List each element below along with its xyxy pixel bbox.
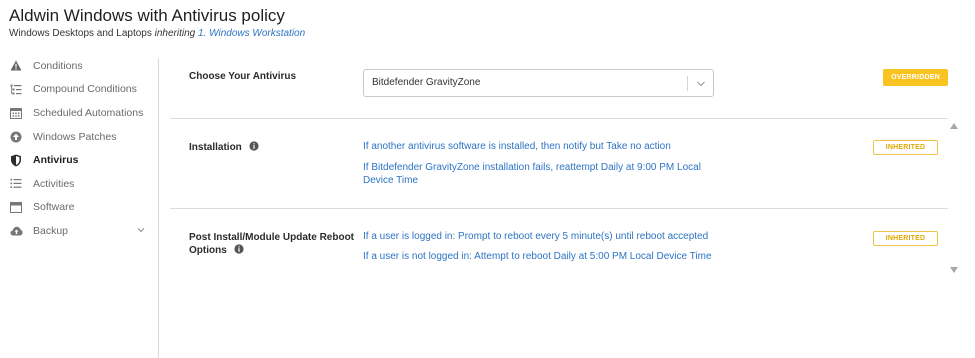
inherited-badge[interactable]: INHERITED	[873, 140, 938, 155]
parent-policy-link[interactable]: 1. Windows Workstation	[198, 28, 305, 39]
sidebar-item-activities[interactable]: Activities	[0, 172, 158, 196]
arrow-up-circle-icon	[9, 130, 23, 144]
sidebar-item-antivirus[interactable]: Antivirus	[0, 148, 158, 172]
sidebar: Conditions Compound Conditions Scheduled…	[0, 54, 158, 243]
chevron-down-icon[interactable]	[695, 79, 707, 89]
sidebar-item-windows-patches[interactable]: Windows Patches	[0, 125, 158, 149]
sidebar-item-label: Scheduled Automations	[33, 106, 144, 119]
reboot-label-line2: Options	[189, 245, 227, 256]
sidebar-item-label: Backup	[33, 224, 69, 237]
list-tree-icon	[9, 82, 23, 96]
installation-label-row: Installation	[189, 141, 259, 154]
section-divider	[170, 118, 948, 119]
inherited-badge[interactable]: INHERITED	[873, 231, 938, 246]
scroll-up-icon[interactable]	[949, 122, 959, 130]
reboot-label-line1: Post Install/Module Update Reboot	[189, 232, 355, 243]
installation-conflict-setting[interactable]: If another antivirus software is install…	[363, 140, 671, 153]
installation-retry-setting[interactable]: If Bitdefender GravityZone installation …	[363, 161, 701, 187]
installation-label: Installation	[189, 142, 242, 153]
warning-icon	[9, 59, 23, 73]
page-header: Aldwin Windows with Antivirus policy Win…	[9, 6, 305, 40]
page-title: Aldwin Windows with Antivirus policy	[9, 6, 285, 25]
sidebar-item-compound-conditions[interactable]: Compound Conditions	[0, 78, 158, 102]
sidebar-item-backup[interactable]: Backup	[0, 219, 158, 243]
reboot-label-row: Post Install/Module Update Reboot Option…	[189, 231, 354, 257]
sidebar-item-label: Software	[33, 201, 75, 214]
shield-icon	[9, 153, 23, 167]
chevron-down-icon[interactable]	[136, 225, 146, 235]
installation-retry-line2: Device Time	[363, 175, 419, 186]
sidebar-item-label: Compound Conditions	[33, 83, 137, 96]
subtitle-prefix: Windows Desktops and Laptops	[9, 28, 152, 39]
sidebar-item-label: Windows Patches	[33, 130, 117, 143]
scroll-down-icon[interactable]	[949, 266, 959, 274]
select-separator	[687, 76, 688, 91]
subtitle-inheriting: inheriting	[154, 28, 196, 39]
sidebar-item-conditions[interactable]: Conditions	[0, 54, 158, 78]
installation-retry-line1: If Bitdefender GravityZone installation …	[363, 162, 701, 173]
sidebar-divider	[158, 58, 159, 358]
sidebar-item-label: Activities	[33, 177, 75, 190]
calendar-icon	[9, 106, 23, 120]
section-divider	[170, 208, 948, 209]
sidebar-item-software[interactable]: Software	[0, 196, 158, 220]
reboot-logged-out-setting[interactable]: If a user is not logged in: Attempt to r…	[363, 250, 712, 263]
list-icon	[9, 177, 23, 191]
overridden-badge[interactable]: OVERRIDDEN	[883, 69, 948, 86]
sidebar-item-scheduled-automations[interactable]: Scheduled Automations	[0, 101, 158, 125]
antivirus-select-value: Bitdefender GravityZone	[372, 77, 481, 88]
info-icon[interactable]	[248, 141, 259, 151]
sidebar-item-label: Conditions	[33, 59, 83, 72]
antivirus-select[interactable]: Bitdefender GravityZone	[363, 69, 714, 97]
antivirus-label: Choose Your Antivirus	[189, 71, 297, 82]
reboot-logged-in-setting[interactable]: If a user is logged in: Prompt to reboot…	[363, 230, 708, 243]
sidebar-item-label: Antivirus	[33, 154, 79, 167]
page-subtitle: Windows Desktops and Laptops inheriting …	[9, 28, 305, 40]
info-icon[interactable]	[233, 244, 244, 254]
window-icon	[9, 200, 23, 214]
cloud-upload-icon	[9, 224, 23, 238]
